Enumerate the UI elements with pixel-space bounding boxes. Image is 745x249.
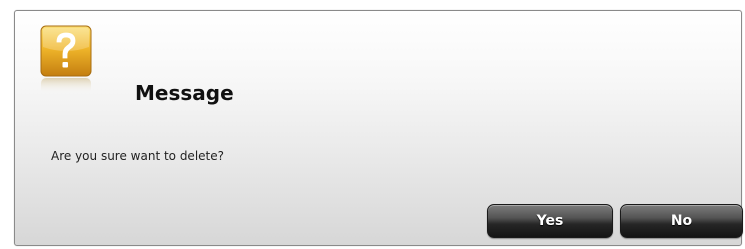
yes-button[interactable]: Yes [487, 204, 613, 238]
question-mark-icon [40, 25, 92, 97]
confirm-delete-dialog: Message Are you sure want to delete? Yes… [14, 10, 743, 246]
dialog-title: Message [135, 81, 234, 105]
no-button[interactable]: No [620, 204, 743, 238]
dialog-message: Are you sure want to delete? [51, 149, 224, 163]
